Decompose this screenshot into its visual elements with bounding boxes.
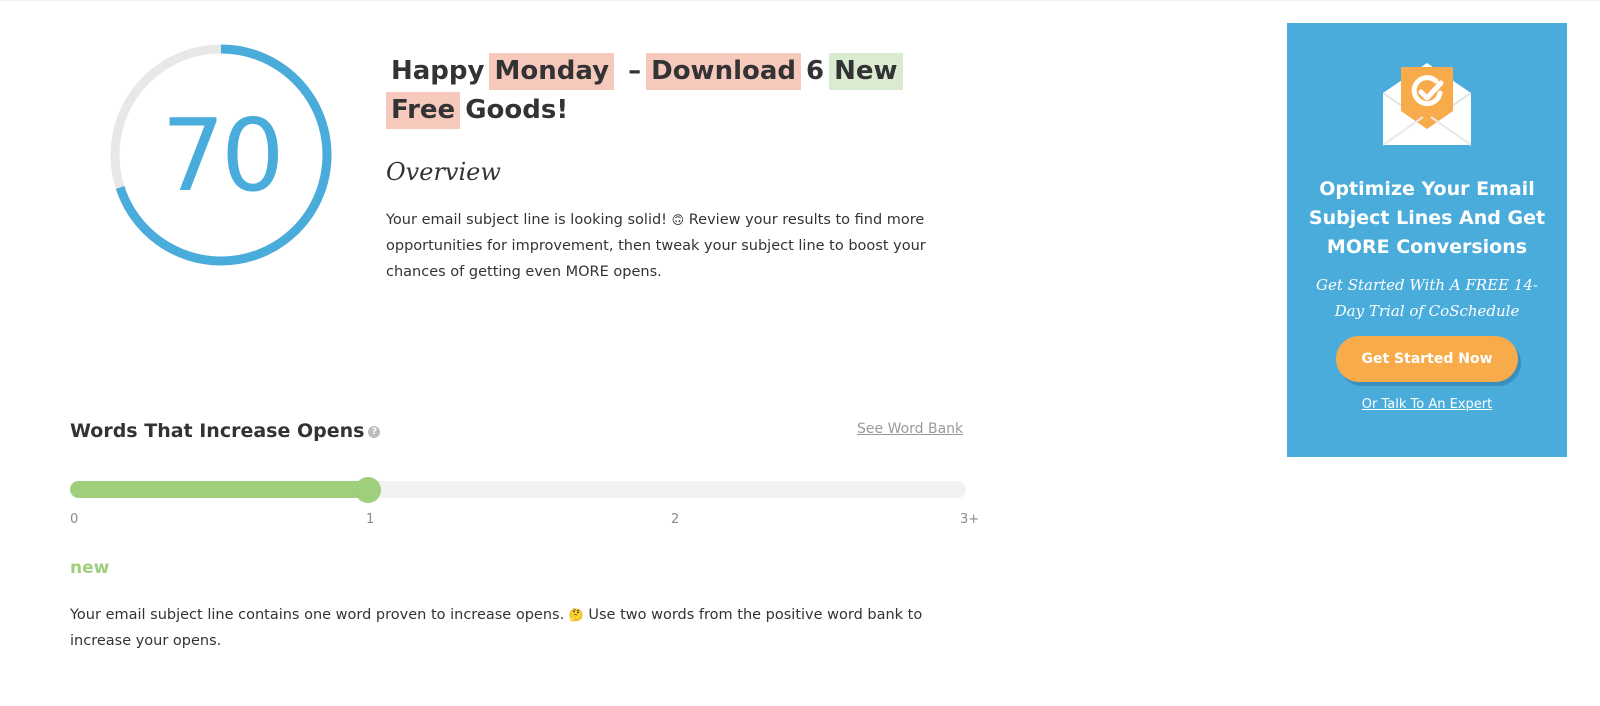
promo-headline: Optimize Your Email Subject Lines And Ge… [1308, 178, 1546, 258]
question-circle-icon[interactable]: ? [368, 425, 381, 438]
found-word: new [70, 558, 110, 578]
words-slider-fill [70, 481, 368, 498]
headline-word-highlighted: New [829, 53, 903, 90]
top-divider [0, 0, 1600, 1]
headline-word: 6 [806, 56, 825, 86]
promo-sidebar: Optimize Your Email Subject Lines And Ge… [1287, 23, 1567, 457]
headline-word: – [628, 56, 642, 86]
headline-word: Goods! [465, 95, 569, 125]
overview-heading: Overview [386, 158, 501, 186]
overview-text-before: Your email subject line is looking solid… [386, 212, 667, 228]
subject-line-headline: Happy Monday – Download 6 New Free Goods! [386, 52, 926, 130]
talk-to-expert-link[interactable]: Or Talk To An Expert [1287, 397, 1567, 412]
score-gauge: 70 [106, 40, 336, 270]
thinking-face-emoji-icon: 🤔 [568, 608, 584, 622]
headline-word-highlighted: Free [386, 92, 461, 129]
envelope-check-icon [1382, 59, 1472, 149]
upside-down-face-emoji-icon: 🙃 [671, 213, 685, 227]
overview-description: Your email subject line is looking solid… [386, 207, 946, 285]
words-section-title-text: Words That Increase Opens [70, 420, 365, 442]
words-slider-track [70, 477, 966, 503]
words-result-description: Your email subject line contains one wor… [70, 602, 960, 654]
slider-tick-label: 3+ [960, 512, 980, 527]
score-value: 70 [161, 96, 284, 214]
promo-subheadline: Get Started With A FREE 14-Day Trial of … [1316, 276, 1538, 320]
slider-tick-label: 1 [366, 512, 375, 527]
slider-tick-label: 2 [671, 512, 680, 527]
words-section-title: Words That Increase Opens? [70, 420, 381, 442]
headline-word-highlighted: Download [646, 53, 802, 90]
see-word-bank-link[interactable]: See Word Bank [857, 421, 963, 437]
slider-tick-label: 0 [70, 512, 79, 527]
words-slider-knob [354, 477, 381, 503]
get-started-button[interactable]: Get Started Now [1336, 336, 1518, 382]
result-text-before: Your email subject line contains one wor… [70, 607, 565, 623]
headline-word: Happy [391, 56, 485, 86]
headline-word-highlighted: Monday [489, 53, 615, 90]
